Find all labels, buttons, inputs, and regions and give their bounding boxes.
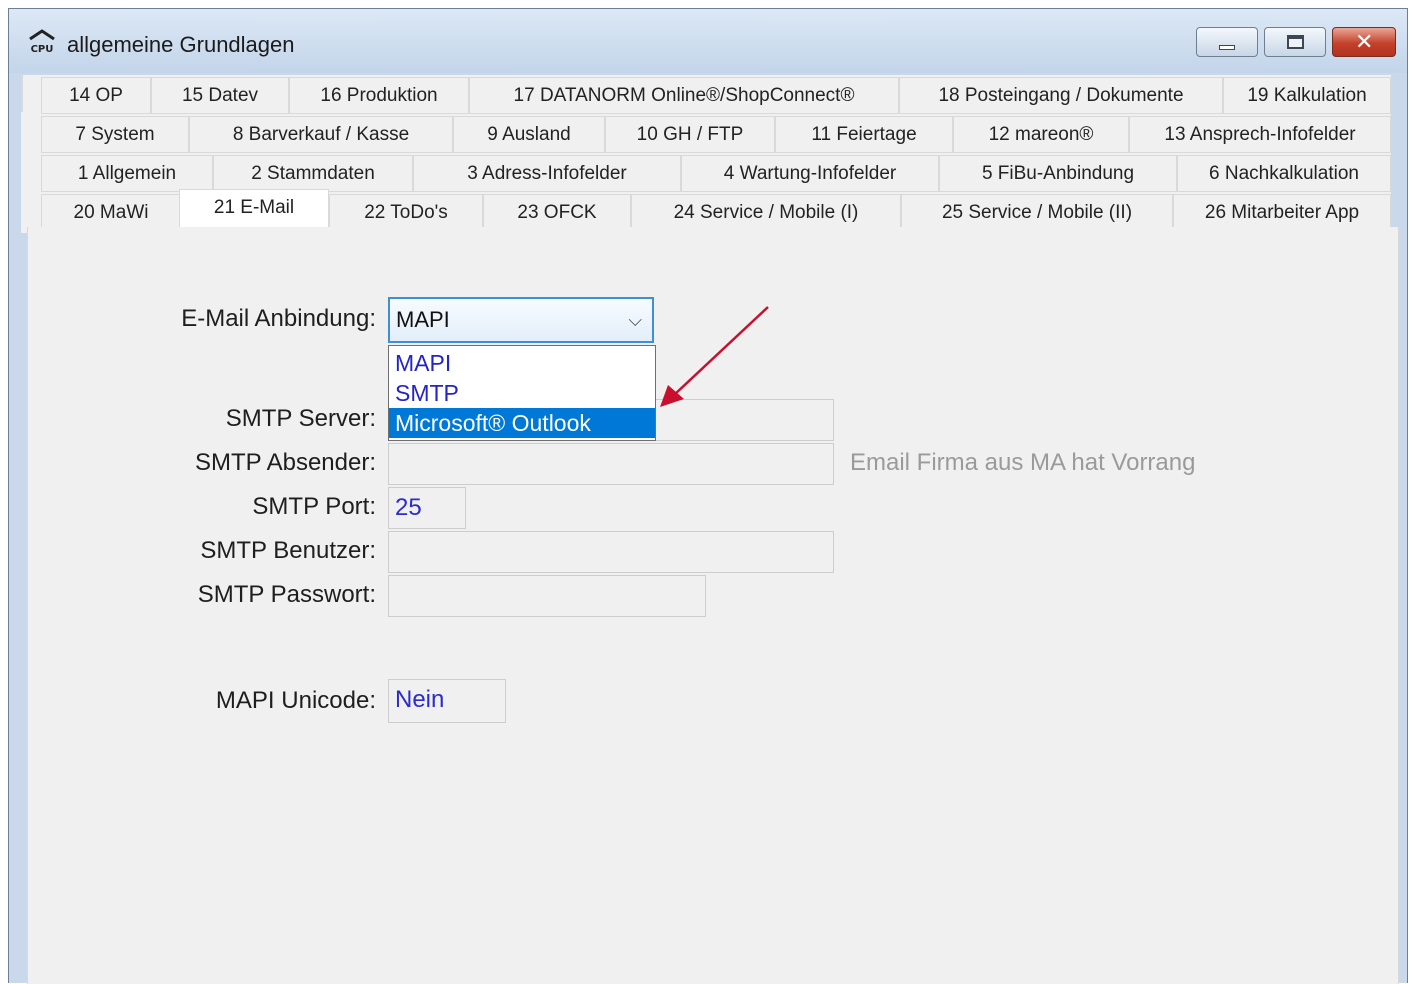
- dialog-window: CPU allgemeine Grundlagen ✕ 14 OP 15 Dat…: [8, 8, 1408, 984]
- minimize-button[interactable]: [1196, 27, 1258, 57]
- tab-todos[interactable]: 22 ToDo's: [329, 194, 483, 231]
- tab-gh-ftp[interactable]: 10 GH / FTP: [605, 116, 775, 153]
- tab-adress-infofelder[interactable]: 3 Adress-Infofelder: [413, 155, 681, 192]
- minimize-icon: [1219, 45, 1235, 50]
- maximize-button[interactable]: [1264, 27, 1326, 57]
- close-icon: ✕: [1355, 29, 1374, 54]
- tab-feiertage[interactable]: 11 Feiertage: [775, 116, 953, 153]
- tab-kalkulation[interactable]: 19 Kalkulation: [1223, 77, 1391, 114]
- tab-service-mobile-2[interactable]: 25 Service / Mobile (II): [901, 194, 1173, 231]
- tab-produktion[interactable]: 16 Produktion: [289, 77, 469, 114]
- window-title: allgemeine Grundlagen: [67, 32, 295, 57]
- close-button[interactable]: ✕: [1332, 27, 1396, 57]
- tab-mareon[interactable]: 12 mareon®: [953, 116, 1129, 153]
- tab-barverkauf[interactable]: 8 Barverkauf / Kasse: [189, 116, 453, 153]
- maximize-icon: [1287, 35, 1304, 49]
- tab-service-mobile-1[interactable]: 24 Service / Mobile (I): [631, 194, 901, 231]
- tab-spacer: [21, 75, 23, 112]
- tab-email[interactable]: 21 E-Mail: [179, 189, 329, 231]
- email-settings-panel: E-Mail Anbindung: MAPI ⌵ SMTP Server: SM…: [27, 227, 1399, 984]
- tab-fibu-anbindung[interactable]: 5 FiBu-Anbindung: [939, 155, 1177, 192]
- tab-posteingang[interactable]: 18 Posteingang / Dokumente: [899, 77, 1223, 114]
- annotation-arrow: [660, 306, 769, 407]
- annotation-arrow-line: [673, 306, 769, 396]
- tab-wartung-infofelder[interactable]: 4 Wartung-Infofelder: [681, 155, 939, 192]
- app-house-icon: CPU: [29, 29, 55, 55]
- title-bar[interactable]: CPU allgemeine Grundlagen ✕: [9, 9, 1407, 73]
- tab-datev[interactable]: 15 Datev: [151, 77, 289, 114]
- tab-stammdaten[interactable]: 2 Stammdaten: [213, 155, 413, 192]
- tab-nachkalkulation[interactable]: 6 Nachkalkulation: [1177, 155, 1391, 192]
- app-icon-text: CPU: [31, 44, 54, 55]
- tab-strip: 14 OP 15 Datev 16 Produktion 17 DATANORM…: [21, 75, 1391, 233]
- tab-allgemein[interactable]: 1 Allgemein: [41, 155, 213, 192]
- tab-ausland[interactable]: 9 Ausland: [453, 116, 605, 153]
- tab-mitarbeiter-app[interactable]: 26 Mitarbeiter App: [1173, 194, 1391, 231]
- tab-system[interactable]: 7 System: [41, 116, 189, 153]
- tab-mawi[interactable]: 20 MaWi: [41, 194, 181, 231]
- tab-datanorm[interactable]: 17 DATANORM Online®/ShopConnect®: [469, 77, 899, 114]
- tab-ofck[interactable]: 23 OFCK: [483, 194, 631, 231]
- tab-op[interactable]: 14 OP: [41, 77, 151, 114]
- tab-ansprech-infofelder[interactable]: 13 Ansprech-Infofelder: [1129, 116, 1391, 153]
